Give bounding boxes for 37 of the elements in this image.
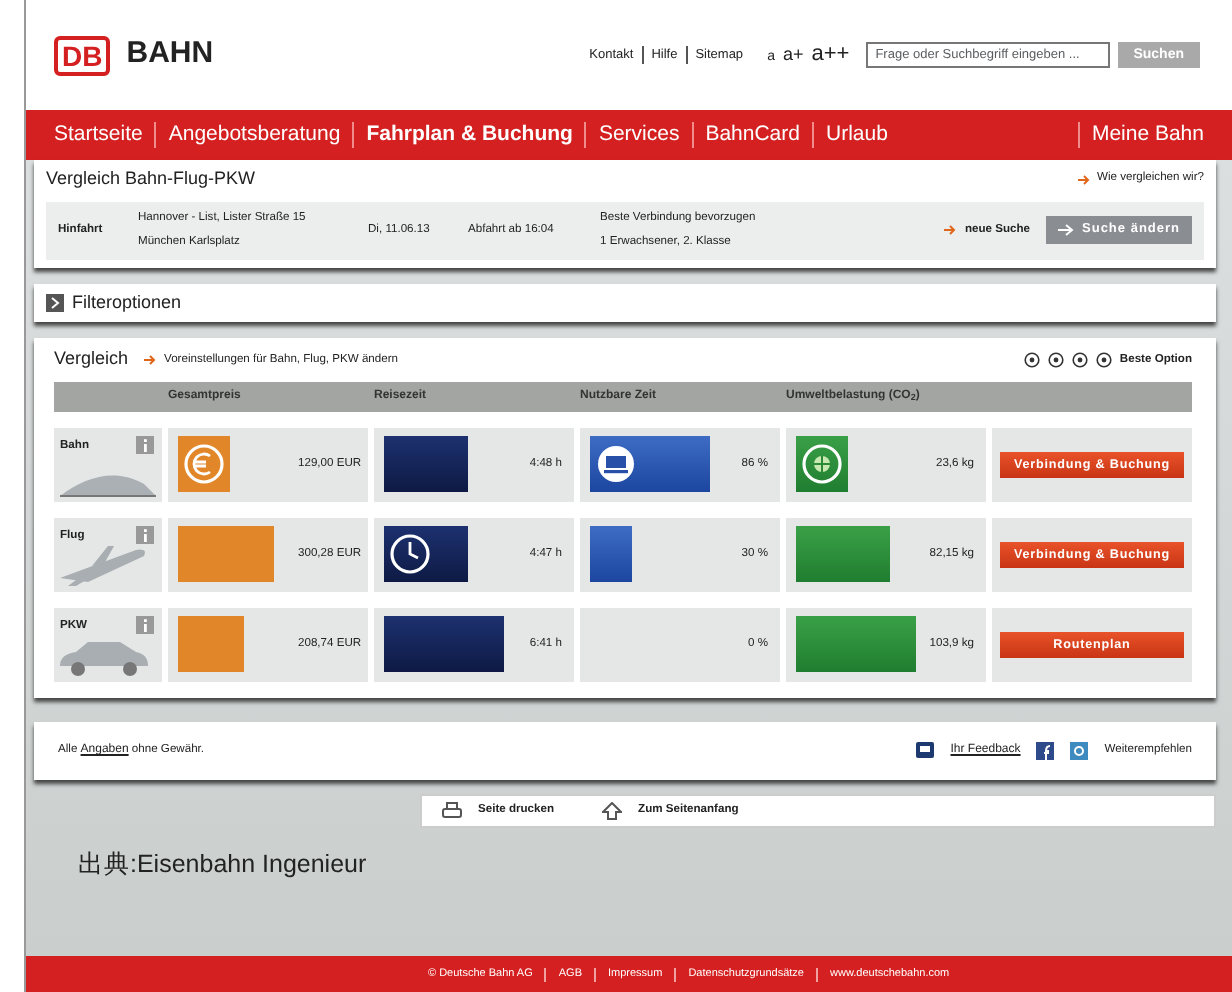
- source-caption: 出典:Eisenbahn Ingenieur: [78, 847, 369, 882]
- logo-text: BAHN: [126, 34, 214, 75]
- expand-icon: [46, 294, 64, 313]
- car-icon: [56, 641, 148, 678]
- nav-tab[interactable]: Angebotsberatung: [154, 122, 353, 148]
- info-icon: [136, 525, 154, 544]
- info-icon: [136, 615, 154, 634]
- value-bar: [384, 616, 504, 673]
- facebook-icon: [1036, 741, 1055, 760]
- nav-tab[interactable]: Services: [584, 122, 692, 148]
- value-bar: [590, 526, 632, 583]
- nav-tab[interactable]: Startseite: [54, 122, 155, 148]
- comparison-title: Vergleich: [54, 346, 129, 373]
- arrow-up-icon: [602, 801, 623, 820]
- chat-icon: [916, 741, 935, 760]
- font-size-link[interactable]: a++: [811, 38, 850, 72]
- share-icon: [1070, 741, 1089, 760]
- arrow-icon: [1077, 173, 1090, 186]
- value-bar: [796, 616, 916, 673]
- arrow-icon: [144, 354, 157, 367]
- nav-tab[interactable]: Fahrplan & Buchung: [352, 122, 585, 148]
- arrow-icon: [944, 224, 957, 237]
- value-bar: [796, 526, 891, 583]
- filter-title[interactable]: Filteroptionen: [72, 289, 182, 317]
- panel-title: Vergleich Bahn-Flug-PKW: [46, 166, 256, 192]
- info-icon: [136, 435, 154, 454]
- value-bar: [384, 436, 468, 493]
- font-size-link[interactable]: a+: [782, 42, 804, 70]
- arrow-icon: [1058, 224, 1075, 237]
- plane-icon: [56, 545, 148, 588]
- value-bar: [178, 616, 245, 673]
- printer-icon: [442, 801, 462, 820]
- nav-tab[interactable]: Urlaub: [811, 122, 900, 148]
- nav-tab[interactable]: BahnCard: [691, 122, 812, 148]
- logo-mark[interactable]: DB: [54, 35, 111, 75]
- value-bar: [178, 526, 274, 583]
- account-link[interactable]: Meine Bahn: [1077, 122, 1216, 148]
